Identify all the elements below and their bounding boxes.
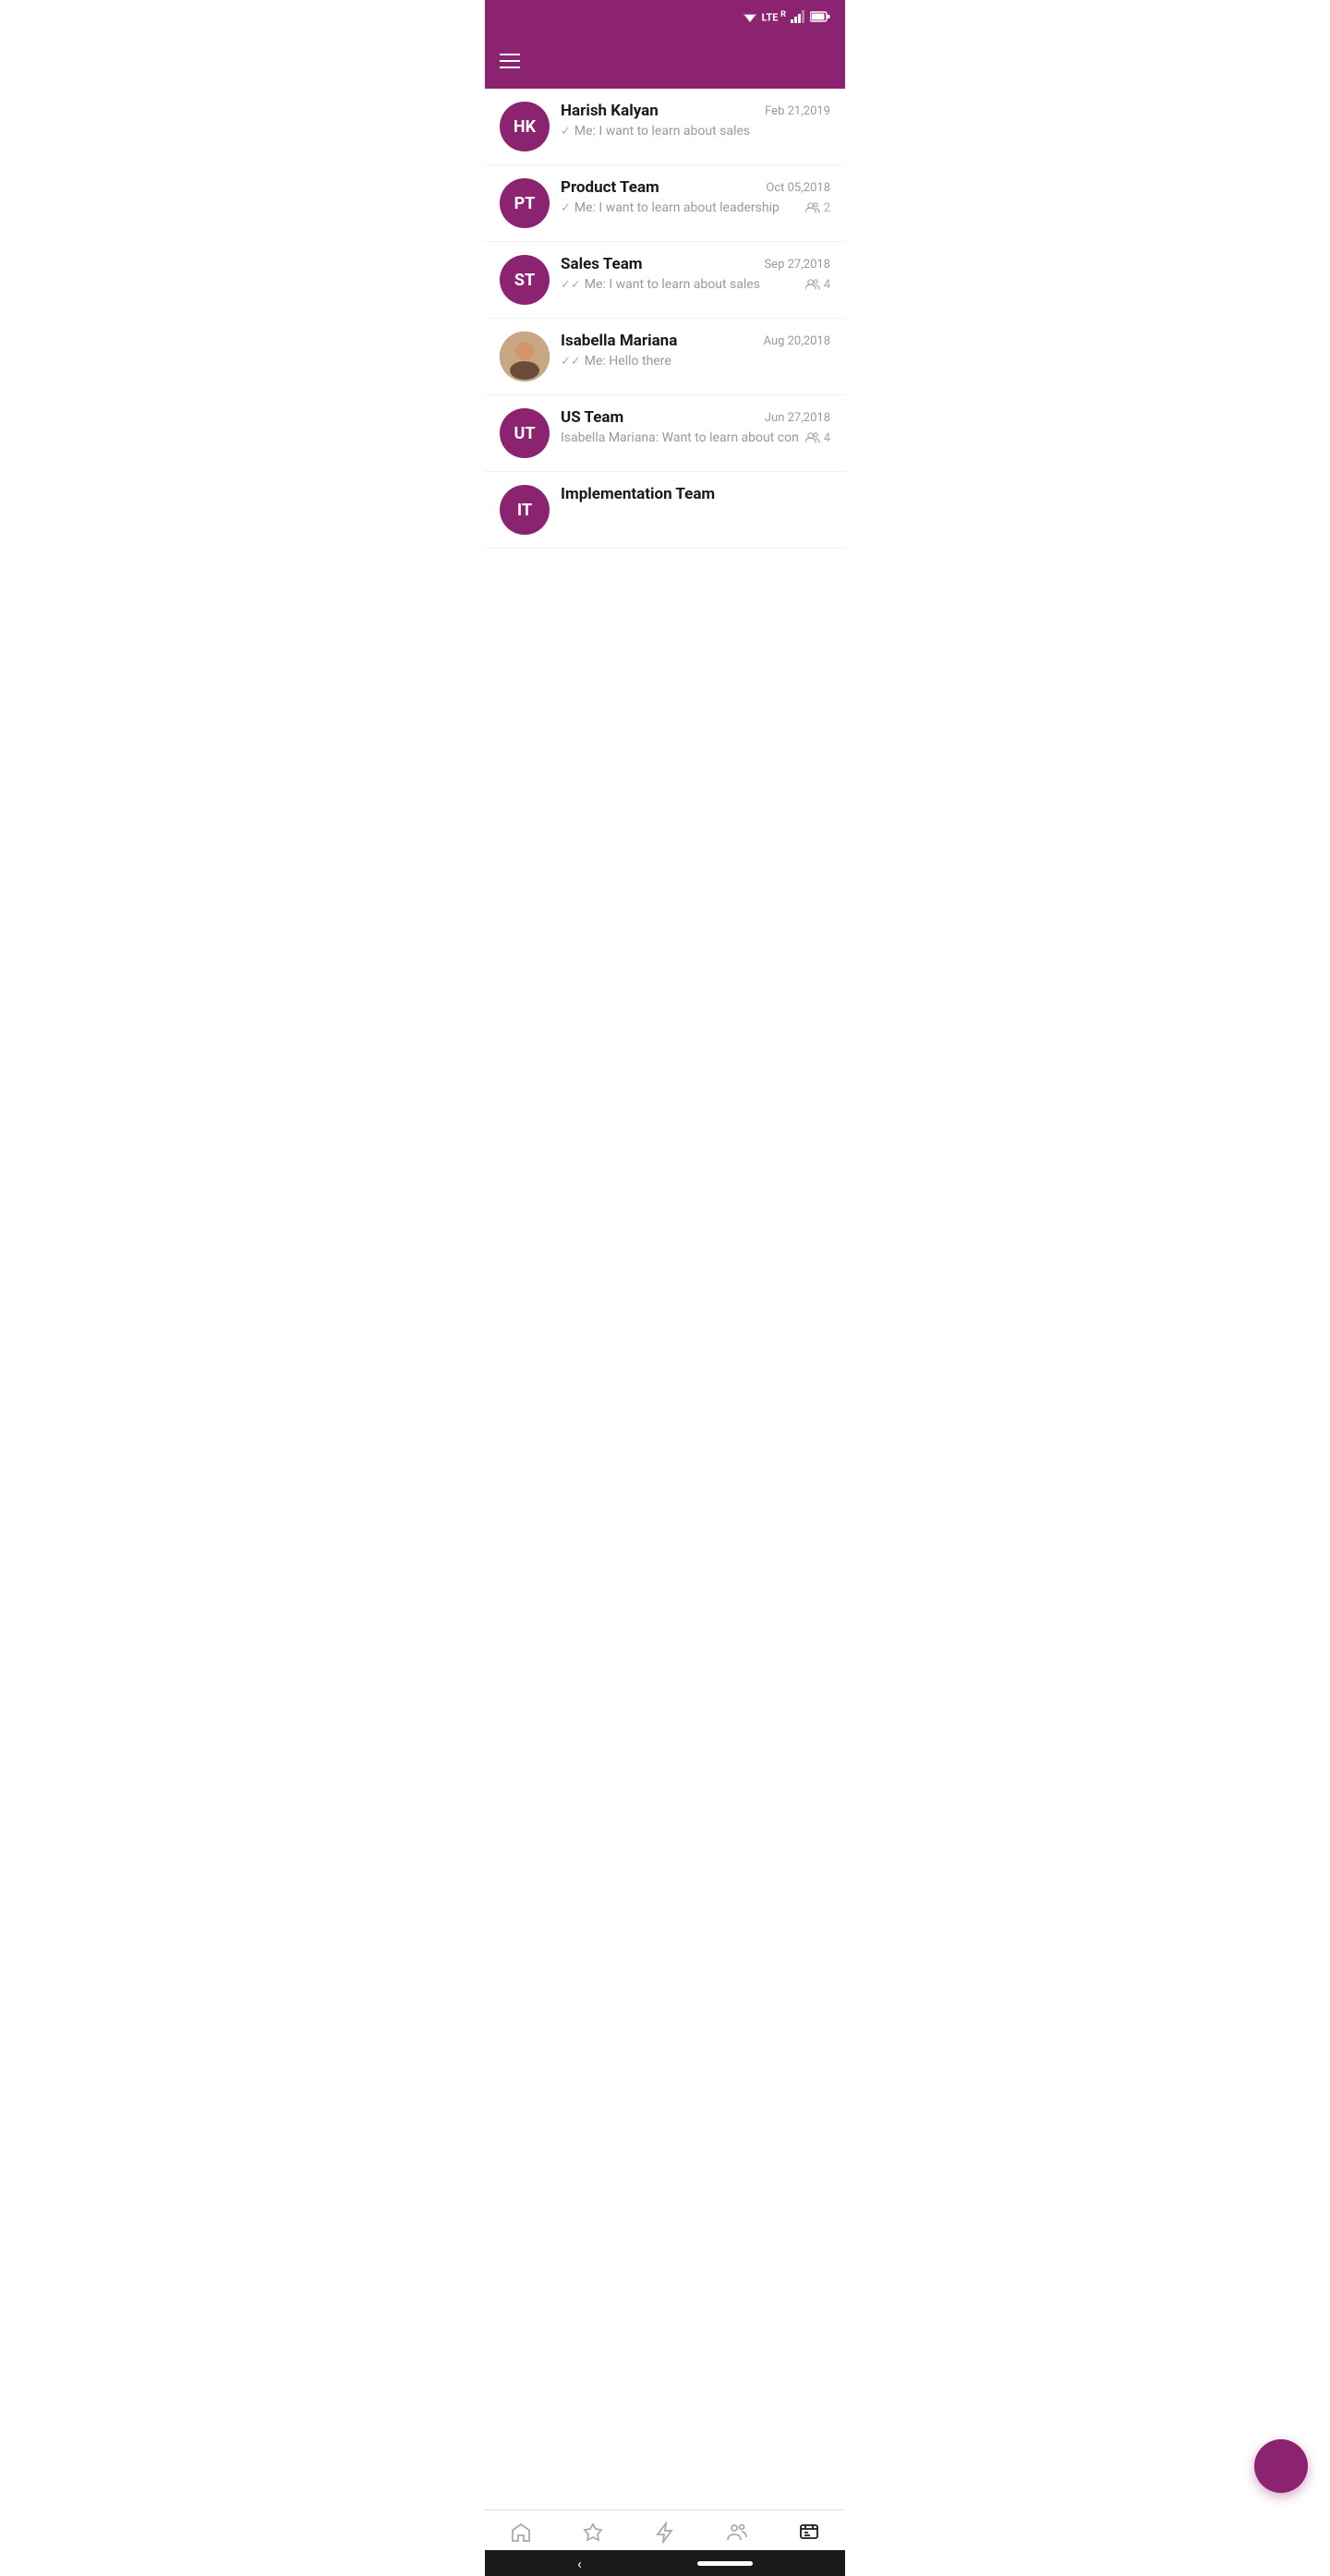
chat-name-row: Sales Team Sep 27,2018 [561,255,830,273]
chat-list: HK Harish Kalyan Feb 21,2019 ✓ Me: I wan… [485,89,845,641]
chat-info-product-team: Product Team Oct 05,2018 ✓ Me: I want to… [561,178,830,215]
chat-date: Sep 27,2018 [764,258,830,272]
chat-item-isabella-mariana[interactable]: Isabella Mariana Aug 20,2018 ✓✓ Me: Hell… [485,319,845,395]
chat-date: Feb 21,2019 [765,104,830,118]
chat-info-harish-kalyan: Harish Kalyan Feb 21,2019 ✓ Me: I want t… [561,102,830,139]
chat-preview-row: ✓✓ Me: I want to learn about sales 4 [561,277,830,292]
people-icon [805,431,820,444]
chat-name-row: Harish Kalyan Feb 21,2019 [561,102,830,120]
avatar-us-team: UT [500,408,550,458]
chat-item-us-team[interactable]: UT US Team Jun 27,2018 Isabella Mariana:… [485,395,845,472]
chat-name: US Team [561,408,623,427]
avatar-implementation-team: IT [500,485,550,535]
chat-name: Harish Kalyan [561,102,659,120]
wifi-icon [743,11,757,22]
chat-preview-row: Isabella Mariana: Want to learn about co… [561,430,830,445]
chat-preview-row: ✓ Me: I want to learn about leadership 2 [561,200,830,215]
avatar-product-team: PT [500,178,550,228]
chat-name-row: Isabella Mariana Aug 20,2018 [561,332,830,350]
chat-name: Implementation Team [561,485,715,503]
chat-date: Jun 27,2018 [765,411,830,425]
member-count: 2 [805,201,830,215]
chat-name: Sales Team [561,255,643,273]
teams-nav-icon [726,2522,748,2549]
chat-date: Aug 20,2018 [764,334,831,348]
menu-button[interactable] [500,54,520,68]
chats-nav-icon [798,2522,820,2549]
back-button[interactable]: ‹ [577,2555,582,2572]
buzz-nav-icon [654,2522,676,2549]
people-icon [805,278,820,291]
chat-item-implementation-team[interactable]: IT Implementation Team [485,472,845,549]
home-indicator [697,2561,753,2566]
chat-item-product-team[interactable]: PT Product Team Oct 05,2018 ✓ Me: I want… [485,165,845,242]
new-chat-button[interactable] [1254,2439,1308,2493]
member-count: 4 [805,278,830,292]
avatar-harish-kalyan: HK [500,102,550,151]
status-icons: LTE R [743,10,830,24]
chat-name-row: Implementation Team [561,485,830,503]
member-count: 4 [805,431,830,445]
status-bar: LTE R [485,0,845,33]
chat-date: Oct 05,2018 [766,181,830,195]
chat-preview: ✓ Me: I want to learn about leadership [561,200,798,215]
people-icon [805,201,820,214]
chat-info-sales-team: Sales Team Sep 27,2018 ✓✓ Me: I want to … [561,255,830,292]
chat-preview: ✓✓ Me: Hello there [561,354,830,369]
chat-info-isabella-mariana: Isabella Mariana Aug 20,2018 ✓✓ Me: Hell… [561,332,830,369]
chat-preview: ✓✓ Me: I want to learn about sales [561,277,798,292]
avatar-sales-team: ST [500,255,550,305]
battery-icon [810,11,830,22]
lte-label: LTE R [762,10,786,24]
signal-icon [791,10,805,23]
chat-preview-row: ✓✓ Me: Hello there [561,354,830,369]
chat-item-sales-team[interactable]: ST Sales Team Sep 27,2018 ✓✓ Me: I want … [485,242,845,319]
chat-preview-row: ✓ Me: I want to learn about sales [561,124,830,139]
chat-info-implementation-team: Implementation Team [561,485,830,507]
chat-item-harish-kalyan[interactable]: HK Harish Kalyan Feb 21,2019 ✓ Me: I wan… [485,89,845,165]
gesture-bar: ‹ [485,2550,845,2576]
chat-name-row: Product Team Oct 05,2018 [561,178,830,197]
home-nav-icon [510,2522,532,2549]
chat-name: Isabella Mariana [561,332,677,350]
avatar-isabella-mariana [500,332,550,381]
chat-preview: ✓ Me: I want to learn about sales [561,124,830,139]
chat-info-us-team: US Team Jun 27,2018 Isabella Mariana: Wa… [561,408,830,445]
chat-name: Product Team [561,178,659,197]
chat-preview: Isabella Mariana: Want to learn about co… [561,430,798,445]
leaderboard-nav-icon [582,2522,604,2549]
chat-name-row: US Team Jun 27,2018 [561,408,830,427]
header [485,33,845,89]
